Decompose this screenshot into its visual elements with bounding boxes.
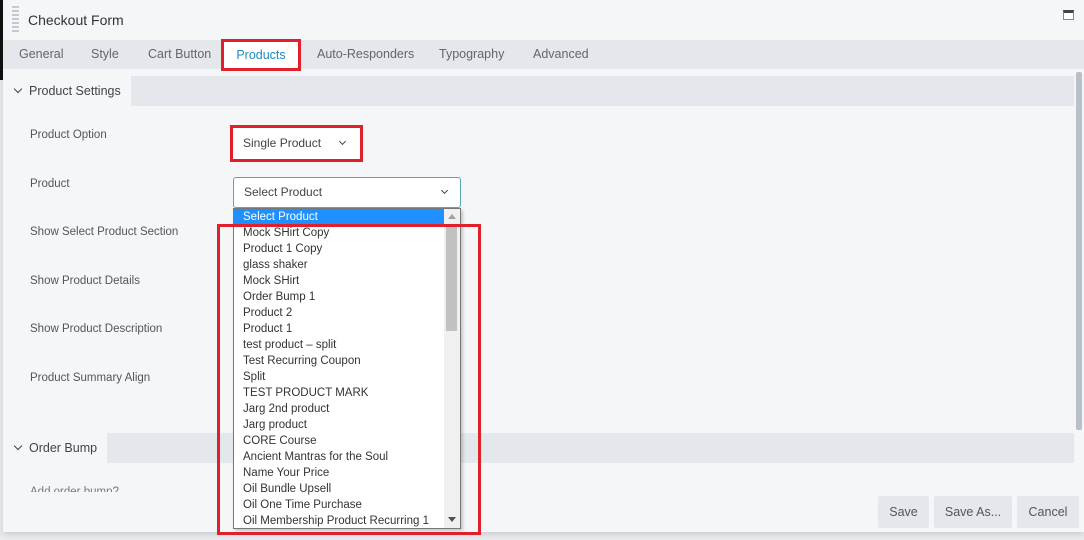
dropdown-option[interactable]: Mock SHirt xyxy=(234,273,445,289)
save-button[interactable]: Save xyxy=(878,496,929,528)
dropdown-option[interactable]: Select Product xyxy=(234,209,445,225)
dropdown-option[interactable]: Order Bump 1 xyxy=(234,289,445,305)
section-title: Product Settings xyxy=(29,84,121,98)
settings-content: Product Settings Product Option Single P… xyxy=(3,72,1074,492)
dropdown-option[interactable]: glass shaker xyxy=(234,257,445,273)
product-select-value: Select Product xyxy=(244,185,323,199)
order-bump-header: Order Bump xyxy=(3,433,1074,463)
product-summary-align-label: Product Summary Align xyxy=(30,372,151,384)
dropdown-option[interactable]: CORE Course xyxy=(234,433,445,449)
chevron-down-icon xyxy=(338,137,347,146)
show-select-product-section-label: Show Select Product Section xyxy=(30,226,179,238)
dropdown-option[interactable]: Mock SHirt Copy xyxy=(234,225,445,241)
section-title: Order Bump xyxy=(29,441,98,455)
dropdown-option[interactable]: TEST PRODUCT MARK xyxy=(234,385,445,401)
product-label: Product xyxy=(30,178,70,190)
dropdown-option[interactable]: test product – split xyxy=(234,337,445,353)
dropdown-option[interactable]: Jarg product xyxy=(234,417,445,433)
tab-style[interactable]: Style xyxy=(91,40,119,69)
tab-auto-responders[interactable]: Auto-Responders xyxy=(317,40,414,69)
tab-general[interactable]: General xyxy=(19,40,63,69)
cancel-button[interactable]: Cancel xyxy=(1017,496,1079,528)
panel-title: Checkout Form xyxy=(28,12,124,28)
dropdown-option[interactable]: Test Recurring Coupon xyxy=(234,353,445,369)
tab-advanced[interactable]: Advanced xyxy=(533,40,589,69)
dropdown-option[interactable]: Product 2 xyxy=(234,305,445,321)
product-dropdown-list[interactable]: Select Product Mock SHirt Copy Product 1 C… xyxy=(233,208,461,529)
dropdown-option[interactable]: Product 1 Copy xyxy=(234,241,445,257)
product-settings-header: Product Settings xyxy=(3,76,1074,106)
content-scrollbar[interactable] xyxy=(1076,72,1082,430)
checkout-form-panel: Checkout Form General Style Cart Button … xyxy=(3,0,1084,532)
chevron-down-icon xyxy=(13,84,23,94)
dropdown-option[interactable]: Jarg 2nd product xyxy=(234,401,445,417)
dropdown-options: Select Product Mock SHirt Copy Product 1 C… xyxy=(234,209,460,528)
tab-products[interactable]: Products xyxy=(221,39,301,71)
product-option-value: Single Product xyxy=(243,136,322,150)
dropdown-scrollbar[interactable] xyxy=(444,209,460,528)
drag-handle-icon[interactable] xyxy=(12,6,19,33)
scroll-down-arrow-icon[interactable] xyxy=(448,517,456,522)
product-option-select[interactable]: Single Product xyxy=(230,125,363,162)
show-product-details-label: Show Product Details xyxy=(30,275,140,287)
dropdown-option[interactable]: Name Your Price xyxy=(234,465,445,481)
maximize-icon[interactable] xyxy=(1063,10,1074,20)
dropdown-option[interactable]: Oil Bundle Upsell xyxy=(234,481,445,497)
dropdown-scroll-thumb[interactable] xyxy=(446,227,457,331)
tab-bar: General Style Cart Button Products Auto-… xyxy=(3,39,1084,71)
product-option-label: Product Option xyxy=(30,129,107,141)
scroll-up-arrow-icon[interactable] xyxy=(448,214,456,219)
dropdown-option[interactable]: Product 1 xyxy=(234,321,445,337)
dropdown-option[interactable]: Ancient Mantras for the Soul xyxy=(234,449,445,465)
tab-cart-button[interactable]: Cart Button xyxy=(148,40,211,69)
product-select[interactable]: Select Product xyxy=(233,177,461,208)
order-bump-toggle[interactable]: Order Bump xyxy=(3,433,108,463)
footer-actions: Save Save As... Cancel xyxy=(3,492,1084,532)
chevron-down-icon xyxy=(13,441,23,451)
tab-typography[interactable]: Typography xyxy=(439,40,504,69)
product-settings-toggle[interactable]: Product Settings xyxy=(3,76,131,106)
dropdown-option[interactable]: Split xyxy=(234,369,445,385)
dropdown-option[interactable]: Oil One Time Purchase xyxy=(234,497,445,513)
show-product-description-label: Show Product Description xyxy=(30,323,163,335)
dropdown-option[interactable]: Oil Membership Product Recurring 1 xyxy=(234,513,445,528)
save-as-button[interactable]: Save As... xyxy=(934,496,1012,528)
chevron-down-icon xyxy=(440,186,449,195)
